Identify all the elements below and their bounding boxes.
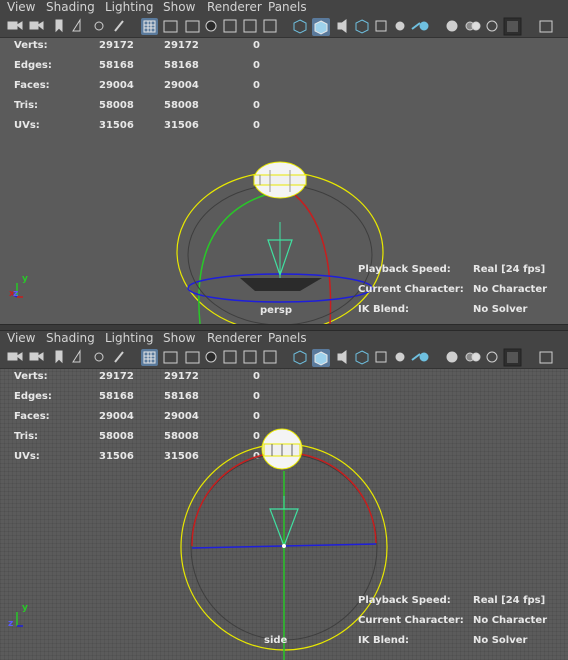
ground-shadow [240, 278, 322, 291]
hud-character-label: Current Character: [358, 615, 464, 626]
axis-label-z: z [8, 619, 14, 629]
hud-playback-label: Playback Speed: [358, 595, 451, 606]
pane-separator[interactable] [0, 324, 568, 331]
camera-name-label: persp [260, 305, 292, 316]
hud-ik-value: No Solver [473, 635, 528, 646]
persp-scene [11, 161, 384, 324]
axis-label-y: y [22, 603, 28, 613]
hud-character-label: Current Character: [358, 284, 464, 295]
side-scene [16, 428, 388, 660]
rotate-ring-green [198, 194, 266, 324]
persp-viewport[interactable]: View Shading Lighting Show Renderer Pane… [0, 0, 568, 324]
hud-playback-value: Real [24 fps] [473, 595, 546, 606]
camera-name-label: side [264, 635, 288, 646]
hud-playback-label: Playback Speed: [358, 264, 451, 275]
hud-ik-label: IK Blend: [358, 635, 410, 646]
axis-indicator [16, 612, 23, 627]
hud-playback-value: Real [24 fps] [473, 264, 546, 275]
side-viewport[interactable]: View Shading Lighting Show Renderer Pane… [0, 331, 568, 660]
rotate-ring-red [294, 194, 332, 324]
hud-character-value: No Character [473, 615, 548, 626]
hud-character-value: No Character [473, 284, 548, 295]
hud-ik-value: No Solver [473, 304, 528, 315]
model-object [261, 428, 303, 470]
axis-label-y: y [22, 274, 28, 284]
axis-label-z: z [13, 289, 19, 299]
hud-ik-label: IK Blend: [358, 304, 410, 315]
model-object [253, 161, 307, 199]
